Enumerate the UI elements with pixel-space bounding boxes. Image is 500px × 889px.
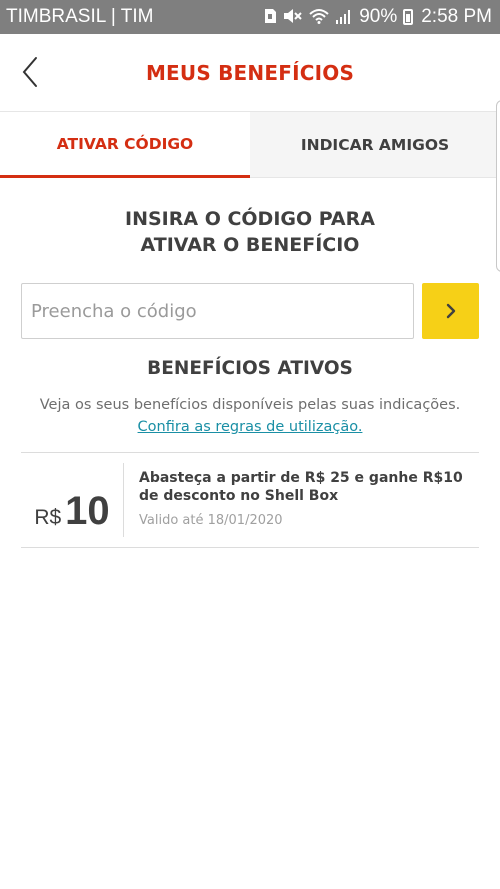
- code-heading-line1: INSIRA O CÓDIGO PARA: [125, 208, 375, 230]
- signal-icon: [335, 8, 353, 27]
- benefit-amount: R$ 10: [21, 463, 124, 537]
- chevron-right-icon: [446, 303, 455, 319]
- mute-icon: [283, 8, 303, 27]
- code-input[interactable]: [21, 283, 414, 339]
- clock: 2:58 PM: [421, 6, 492, 27]
- code-heading: INSIRA O CÓDIGO PARA ATIVAR O BENEFÍCIO: [0, 206, 500, 258]
- submit-code-button[interactable]: [422, 283, 479, 339]
- battery-charging-icon: [403, 9, 414, 25]
- benefit-card[interactable]: R$ 10 Abasteça a partir de R$ 25 e ganhe…: [21, 452, 479, 548]
- app-header: MEUS BENEFÍCIOS: [0, 34, 500, 112]
- chevron-left-icon: [22, 57, 37, 87]
- benefit-title: Abasteça a partir de R$ 25 e ganhe R$10 …: [139, 470, 463, 504]
- tab-bar: ATIVAR CÓDIGO INDICAR AMIGOS: [0, 112, 500, 178]
- rules-link[interactable]: Confira as regras de utilização.: [0, 419, 500, 435]
- benefits-description: Veja os seus benefícios disponíveis pela…: [39, 397, 461, 413]
- benefit-validity: Valido até 18/01/2020: [139, 513, 283, 528]
- tab-ativar-codigo[interactable]: ATIVAR CÓDIGO: [0, 112, 250, 178]
- wifi-icon: [309, 8, 329, 27]
- benefit-value: 10: [65, 489, 110, 533]
- benefits-heading: BENEFÍCIOS ATIVOS: [147, 358, 353, 379]
- status-bar: TIMBRASIL | TIM 90% 2:58 PM: [0, 0, 500, 34]
- benefit-info: Abasteça a partir de R$ 25 e ganhe R$10 …: [124, 453, 479, 547]
- carrier-label: TIMBRASIL | TIM: [6, 6, 154, 27]
- page-title: MEUS BENEFÍCIOS: [145, 60, 355, 85]
- back-button[interactable]: [14, 54, 50, 90]
- sd-card-icon: [263, 8, 277, 27]
- battery-percent: 90%: [359, 6, 398, 27]
- status-icons: 90% 2:58 PM: [263, 6, 492, 28]
- code-heading-line2: ATIVAR O BENEFÍCIO: [140, 234, 360, 256]
- code-form: [21, 283, 479, 339]
- benefit-currency: R$: [34, 506, 62, 529]
- tab-indicar-amigos[interactable]: INDICAR AMIGOS: [250, 112, 500, 178]
